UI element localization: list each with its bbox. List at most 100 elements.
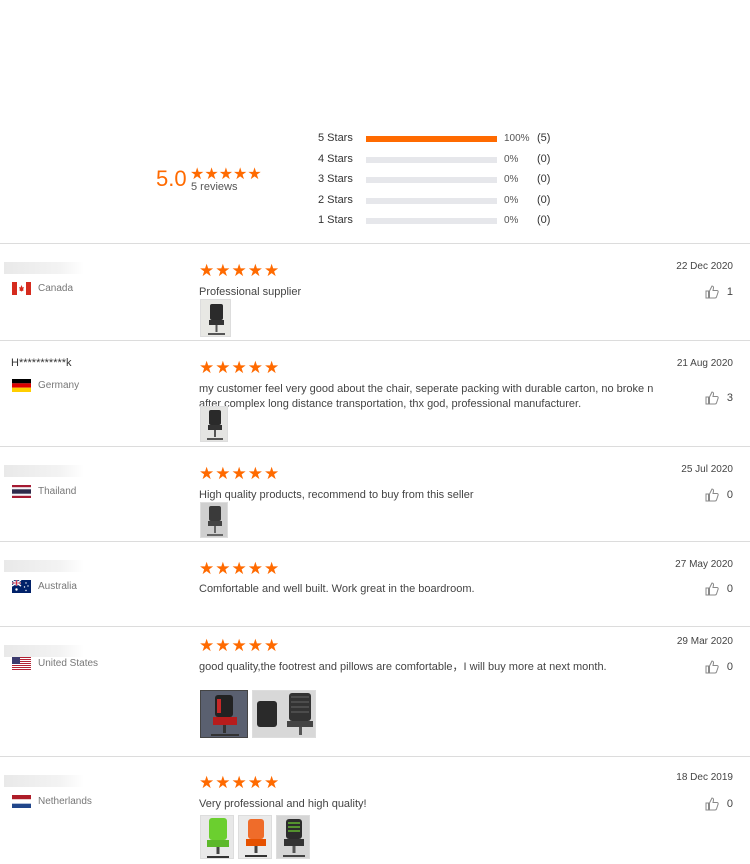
helpful-count: 0 xyxy=(726,661,733,673)
rating-percent: 100% xyxy=(504,133,530,144)
reviewer-name-blurred xyxy=(4,775,84,787)
review-photo[interactable] xyxy=(276,815,310,859)
rating-bar-track xyxy=(366,177,497,183)
thumbs-up-icon xyxy=(705,285,719,299)
canada-flag-icon xyxy=(12,282,31,295)
rating-label: 4 Stars xyxy=(318,152,353,165)
review-count: 5 reviews xyxy=(191,181,238,193)
rating-count: (5) xyxy=(537,132,551,144)
review-photo[interactable] xyxy=(200,815,234,859)
thumbs-up-icon xyxy=(705,797,719,811)
rating-label: 2 Stars xyxy=(318,193,353,206)
country-name: Thailand xyxy=(38,486,77,497)
review-stars: ★★★★★ xyxy=(199,636,281,655)
thailand-flag-icon xyxy=(12,485,31,498)
helpful-button[interactable]: 0 xyxy=(705,488,733,502)
rating-bar-fill xyxy=(366,136,497,142)
review-date: 27 May 2020 xyxy=(675,559,733,570)
helpful-count: 0 xyxy=(726,798,733,810)
review-item: Thailand ★★★★★ 25 Jul 2020 High quality … xyxy=(0,446,750,541)
review-comment: good quality,the footrest and pillows ar… xyxy=(199,661,607,673)
review-stars: ★★★★★ xyxy=(199,358,281,377)
review-date: 21 Aug 2020 xyxy=(676,358,733,369)
review-photos xyxy=(200,502,228,538)
rating-bar-track xyxy=(366,218,497,224)
reviewer-name: H***********k xyxy=(11,357,72,369)
rating-label: 1 Stars xyxy=(318,214,353,226)
helpful-count: 0 xyxy=(726,583,733,595)
review-stars: ★★★★★ xyxy=(199,559,281,578)
reviewer-name-blurred xyxy=(4,560,84,572)
review-photo[interactable] xyxy=(200,406,228,442)
review-photo[interactable] xyxy=(200,690,248,738)
rating-percent: 0% xyxy=(504,153,519,165)
rating-count: (0) xyxy=(537,173,551,185)
review-photo[interactable] xyxy=(200,299,231,337)
reviewer-country: Germany xyxy=(12,379,79,392)
review-item: Canada ★★★★★ 22 Dec 2020 Professional su… xyxy=(0,243,750,340)
reviewer-name-blurred xyxy=(4,465,84,477)
rating-bar-track xyxy=(366,197,497,204)
thumbs-up-icon xyxy=(705,660,719,674)
reviewer-name-blurred xyxy=(4,262,84,274)
review-photos xyxy=(200,299,231,337)
australia-flag-icon xyxy=(12,580,31,593)
review-item: H***********k Germany ★★★★★ 21 Aug 2020 … xyxy=(0,340,750,446)
rating-count: (0) xyxy=(537,193,551,206)
helpful-button[interactable]: 0 xyxy=(705,797,733,811)
thumbs-up-icon xyxy=(705,488,719,502)
helpful-button[interactable]: 1 xyxy=(705,285,733,299)
review-stars: ★★★★★ xyxy=(199,773,281,792)
rating-bar-track xyxy=(366,136,497,142)
helpful-button[interactable]: 0 xyxy=(705,660,733,674)
netherlands-flag-icon xyxy=(12,795,31,808)
helpful-button[interactable]: 3 xyxy=(705,391,733,405)
germany-flag-icon xyxy=(12,379,31,392)
country-name: Australia xyxy=(38,581,77,592)
helpful-button[interactable]: 0 xyxy=(705,582,733,596)
reviewer-country: Netherlands xyxy=(12,795,92,808)
rating-summary: 5.0 ★★★★★ 5 reviews 5 Stars 100% (5) 4 S… xyxy=(0,128,750,238)
rating-bar-track xyxy=(366,156,497,163)
review-comment: my customer feel very good about the cha… xyxy=(199,383,654,410)
review-comment: Comfortable and well built. Work great i… xyxy=(199,583,475,595)
review-list: Canada ★★★★★ 22 Dec 2020 Professional su… xyxy=(0,243,750,864)
helpful-count: 3 xyxy=(726,392,733,404)
review-photos xyxy=(200,406,228,442)
review-date: 29 Mar 2020 xyxy=(676,636,733,647)
review-photo[interactable] xyxy=(200,502,228,538)
review-stars: ★★★★★ xyxy=(199,464,281,483)
rating-count: (0) xyxy=(537,152,551,165)
rating-label: 3 Stars xyxy=(318,173,353,185)
helpful-count: 0 xyxy=(726,489,733,501)
review-photos xyxy=(200,815,310,859)
rating-percent: 0% xyxy=(504,194,519,206)
reviewer-country: Australia xyxy=(12,580,77,593)
rating-count: (0) xyxy=(537,214,551,226)
review-comment: High quality products, recommend to buy … xyxy=(199,489,474,501)
review-date: 22 Dec 2020 xyxy=(676,261,733,272)
rating-percent: 0% xyxy=(504,174,519,185)
rating-label: 5 Stars xyxy=(318,132,353,144)
usa-flag-icon xyxy=(12,657,31,670)
reviewer-country: Thailand xyxy=(12,485,76,498)
helpful-count: 1 xyxy=(726,286,733,298)
review-comment: Very professional and high quality! xyxy=(199,798,367,810)
review-date: 18 Dec 2019 xyxy=(676,772,733,783)
review-stars: ★★★★★ xyxy=(199,261,281,280)
review-photo[interactable] xyxy=(252,690,316,738)
review-item: Australia ★★★★★ 27 May 2020 Comfortable … xyxy=(0,541,750,626)
country-name: Germany xyxy=(38,380,80,391)
rating-percent: 0% xyxy=(504,215,519,226)
review-photos xyxy=(200,690,316,738)
review-photo[interactable] xyxy=(238,815,272,859)
country-name: Canada xyxy=(38,283,74,294)
thumbs-up-icon xyxy=(705,582,719,596)
country-name: United States xyxy=(38,658,99,669)
country-name: Netherlands xyxy=(38,796,92,807)
review-item: Netherlands ★★★★★ 18 Dec 2019 Very profe… xyxy=(0,756,750,864)
thumbs-up-icon xyxy=(705,391,719,405)
reviewer-name-blurred xyxy=(4,645,84,657)
average-rating: 5.0 xyxy=(156,166,187,191)
reviewer-country: Canada xyxy=(12,282,73,295)
